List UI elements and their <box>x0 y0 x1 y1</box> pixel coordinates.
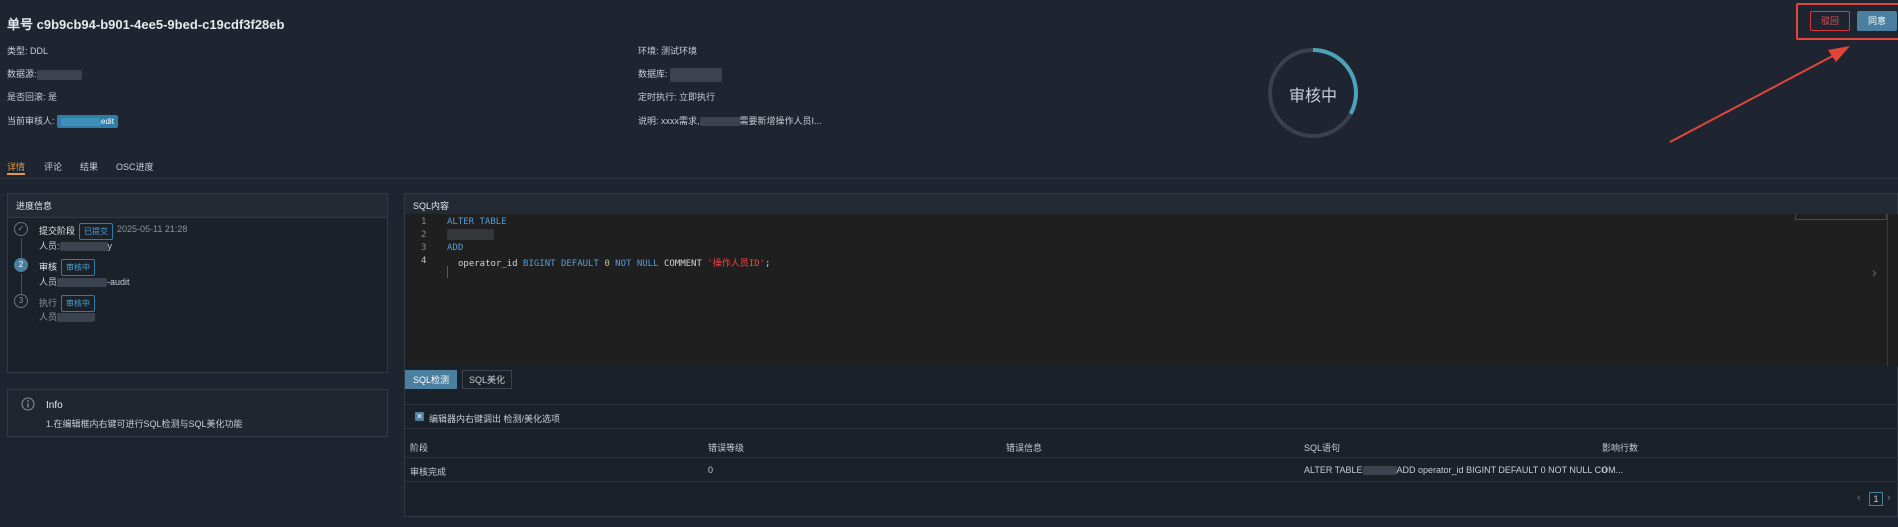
status-label: 审核中 <box>1288 88 1337 105</box>
step-submit-name: 提交阶段 <box>39 226 76 236</box>
step-submit-person: 人员: y <box>39 241 113 252</box>
step-connector <box>21 274 22 294</box>
step-submit-badge: 已提交 <box>79 223 113 240</box>
table-row-divider <box>404 481 1898 482</box>
sql-editor[interactable]: 1 2 3 4 ALTER TABLE ADD operator_id BIGI… <box>405 214 1898 366</box>
pagination-prev[interactable]: ‹ <box>1857 492 1861 504</box>
info-title: Info <box>46 400 63 411</box>
step-connector <box>21 238 22 258</box>
reject-button[interactable]: 驳回 <box>1810 11 1850 31</box>
step-review-person: 人员 -audit <box>39 277 130 288</box>
annotation-arrow <box>1669 46 1850 143</box>
step-execute-person: 人员 <box>39 310 96 323</box>
cell-affected-rows: 0 <box>1602 465 1608 475</box>
line-number: 1 <box>421 217 427 227</box>
tab-comments[interactable]: 评论 <box>44 160 62 173</box>
col-error-message: 错误信息 <box>1006 443 1043 453</box>
indent-guide <box>447 266 448 278</box>
pagination-next[interactable]: › <box>1887 492 1891 504</box>
code-line-4: operator_id BIGINT DEFAULT 0 NOT NULL CO… <box>458 259 771 269</box>
tabs-divider <box>0 178 1898 179</box>
line-number: 3 <box>421 243 427 253</box>
checkbox[interactable]: ✕ <box>415 412 424 421</box>
line-number: 2 <box>421 230 427 240</box>
reviewer-tag: edit <box>57 115 118 129</box>
code-line-2 <box>447 229 494 240</box>
progress-panel-title: 进度信息 <box>8 194 387 218</box>
step-execute-icon: 3 <box>14 294 28 308</box>
active-tab-indicator <box>7 173 25 175</box>
checkbox-label: 编辑器内右键调出 检测/美化选项 <box>429 414 561 424</box>
code-line-3: ADD <box>447 243 464 253</box>
step-submit-time: 2025-05-11 21:28 <box>117 224 188 234</box>
tab-osc-progress[interactable]: OSC进度 <box>116 160 154 173</box>
meta-reviewer: 当前审核人: edit <box>7 114 118 129</box>
tab-results[interactable]: 结果 <box>80 160 98 173</box>
info-icon <box>21 397 35 411</box>
step-execute-name: 执行 <box>39 298 58 308</box>
step-done-icon: ✓ <box>14 222 28 236</box>
tab-details[interactable]: 详情 <box>7 160 25 173</box>
meta-database: 数据库: <box>638 67 723 82</box>
meta-description: 说明: xxxx需求, 需要新增操作人员I... <box>638 116 822 127</box>
cell-sql: ALTER TABLE ADD operator_id BIGINT DEFAUL… <box>1304 465 1624 476</box>
chevron-right-icon[interactable]: › <box>1872 264 1877 280</box>
meta-datasource: 数据源: <box>7 67 82 80</box>
table-header-divider <box>404 457 1898 458</box>
pagination-page[interactable]: 1 <box>1869 492 1883 506</box>
options-row <box>404 404 1898 429</box>
step-review-name: 审核 <box>39 262 58 272</box>
cell-stage: 审核完成 <box>410 467 447 477</box>
col-stage: 阶段 <box>410 443 429 453</box>
tab-sql-check[interactable]: SQL检测 <box>405 370 457 389</box>
minimap[interactable] <box>1795 214 1887 220</box>
info-text: 1.在编辑框内右键可进行SQL检测与SQL美化功能 <box>46 419 243 429</box>
code-line-1: ALTER TABLE <box>447 217 507 227</box>
page-title: 单号 c9b9cb94-b901-4ee5-9bed-c19cdf3f28eb <box>7 17 285 32</box>
meta-env: 环境: 测试环境 <box>638 46 698 56</box>
col-error-level: 错误等级 <box>708 443 745 453</box>
approve-button[interactable]: 同意 <box>1857 11 1897 31</box>
col-sql: SQL语句 <box>1304 443 1341 453</box>
cell-error-level: 0 <box>708 465 714 475</box>
meta-type: 类型: DDL <box>7 46 49 56</box>
line-number: 4 <box>421 256 427 266</box>
step-review-badge: 审核中 <box>61 259 95 276</box>
meta-schedule: 定时执行: 立即执行 <box>638 92 716 102</box>
tab-sql-beautify[interactable]: SQL美化 <box>462 370 512 389</box>
step-review-icon: 2 <box>14 258 28 272</box>
col-affected-rows: 影响行数 <box>1602 443 1639 453</box>
meta-rollback: 是否回滚: 是 <box>7 92 58 102</box>
minimap-divider <box>1887 214 1888 366</box>
